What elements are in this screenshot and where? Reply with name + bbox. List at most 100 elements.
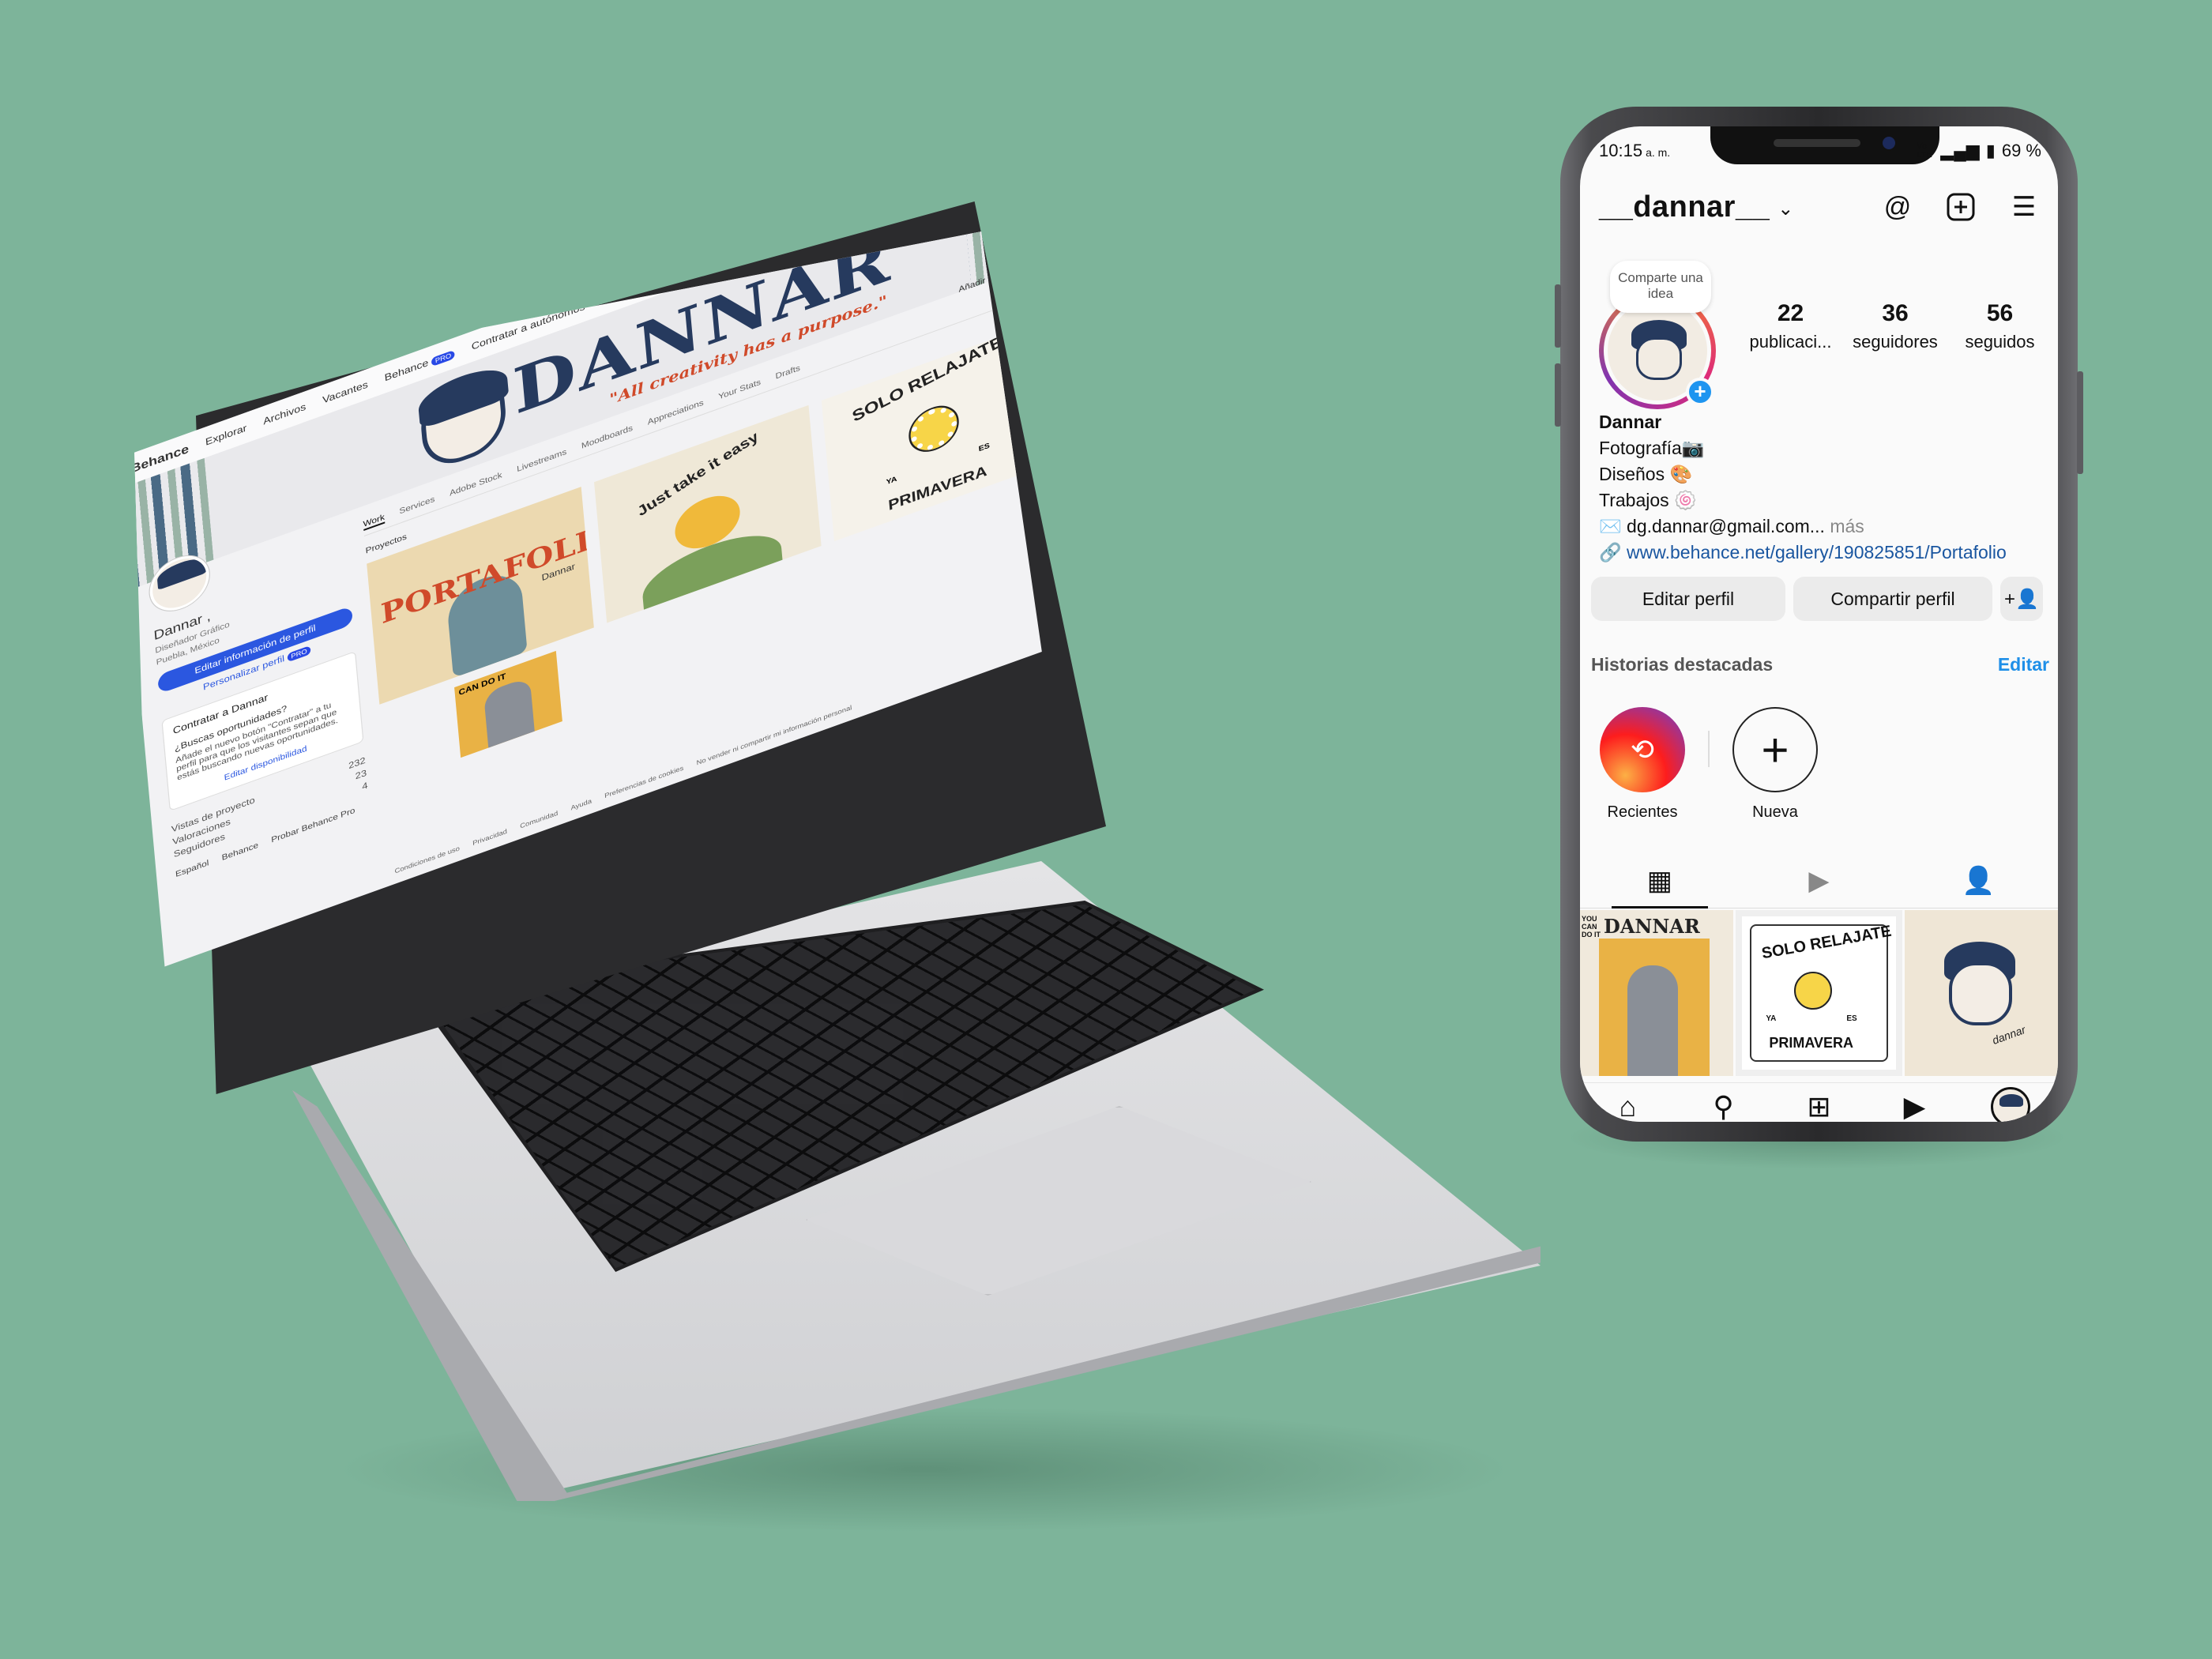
tab-reels[interactable]: ▶	[1740, 853, 1899, 908]
profile-avatar-icon[interactable]	[1990, 1086, 2030, 1122]
notification-icon[interactable]: 🔔	[1019, 140, 1034, 156]
battery-level: 69 %	[2001, 141, 2041, 160]
language-select[interactable]: Español	[175, 859, 209, 879]
username[interactable]: __dannar__	[1599, 190, 1770, 224]
highlights-header: Historias destacadas Editar	[1591, 654, 2049, 675]
footer-behance[interactable]: Behance	[221, 841, 258, 863]
recent-icon: ⟲	[1600, 707, 1685, 792]
stat-following[interactable]: 56 seguidos	[1951, 300, 2049, 352]
post-side-text: YOU CAN DO IT	[1582, 915, 1601, 939]
stat-label: seguidos	[1965, 332, 2035, 352]
volume-down-button	[1555, 363, 1561, 427]
new-post-icon[interactable]	[1943, 190, 1978, 224]
flower-icon	[907, 398, 961, 459]
bio-line: Trabajos 🍥	[1599, 490, 1697, 510]
tagged-icon: 👤	[1962, 865, 1996, 896]
instagram-screen: 10:15 a. m. Vo LTE ▂▄▆ ▮ 69 % __dannar__ …	[1580, 126, 2058, 1122]
tab-livestreams[interactable]: Livestreams	[517, 448, 567, 476]
profile-header: __dannar__ ⌄ @ ☰	[1599, 183, 2041, 231]
profile-actions: Editar perfil Compartir perfil +👤	[1591, 577, 2049, 621]
highlight-label: Nueva	[1752, 803, 1798, 821]
chevron-down-icon[interactable]: ⌄	[1778, 198, 1793, 220]
stat-number: 22	[1777, 300, 1804, 326]
link-icon: 🔗	[1599, 542, 1627, 562]
mail-icon[interactable]: ✉	[993, 151, 1003, 165]
post-title: DANNAR	[1604, 915, 1700, 938]
create-icon[interactable]: ⊞	[1800, 1090, 1839, 1123]
tab-grid[interactable]: ▦	[1580, 853, 1740, 908]
tab-services[interactable]: Services	[399, 495, 435, 518]
tab-drafts[interactable]: Drafts	[775, 364, 800, 383]
stat-label: seguidores	[1853, 332, 1938, 352]
status-bar: 10:15 a. m. Vo LTE ▂▄▆ ▮ 69 %	[1599, 139, 2041, 163]
battery-icon: ▮	[1985, 141, 1996, 160]
stat-posts[interactable]: 22 publicaci...	[1741, 300, 1840, 352]
tab-work[interactable]: Work	[363, 513, 386, 532]
header-icons: @ ☰	[1880, 190, 2041, 224]
tab-your-stats[interactable]: Your Stats	[718, 378, 762, 403]
content-tabs: ▦ ▶ 👤	[1580, 853, 2058, 908]
profile-summary: + Comparte una idea 22 publicaci... 36 s…	[1599, 261, 2041, 409]
stat-number: 36	[1882, 300, 1909, 326]
network-label: Vo LTE	[1917, 141, 1932, 160]
bio-more-link[interactable]: más	[1830, 516, 1864, 536]
stat-label: publicaci...	[1749, 332, 1832, 352]
plus-icon: +	[1732, 707, 1818, 792]
power-button	[2077, 371, 2083, 474]
project-label: YA	[886, 474, 897, 487]
menu-icon[interactable]: ☰	[2007, 190, 2041, 224]
share-work-button[interactable]: Compartir tu trabajo	[866, 157, 977, 214]
highlights-title: Historias destacadas	[1591, 654, 1774, 675]
bottom-nav: ⌂ ⚲ ⊞ ▶	[1580, 1082, 2058, 1122]
avatar-face	[1636, 337, 1682, 380]
post-thumbnail[interactable]: DANNAR YOU CAN DO IT	[1580, 910, 1734, 1076]
bio-email-row: ✉️ dg.dannar@gmail.com... más	[1599, 514, 2049, 540]
volume-up-button	[1555, 284, 1561, 348]
grid-icon: ▦	[1646, 865, 1672, 896]
tab-adobe-stock[interactable]: Adobe Stock	[450, 471, 503, 500]
status-time: 10:15 a. m.	[1599, 141, 1671, 160]
reels-icon: ▶	[1808, 865, 1830, 896]
post-illustration	[1948, 962, 2012, 1025]
stat-number: 56	[1986, 300, 2014, 326]
post-thumbnail[interactable]: SOLO RELAJATE YA ES PRIMAVERA	[1736, 910, 1902, 1076]
project-illustration	[483, 676, 535, 748]
project-label: ES	[978, 441, 991, 453]
profile-stats: 22 publicaci... 36 seguidores 56 seguido…	[1741, 300, 2049, 352]
tab-appreciations[interactable]: Appreciations	[647, 398, 704, 428]
bio-link[interactable]: www.behance.net/gallery/190825851/Portaf…	[1627, 542, 2007, 562]
highlights-row: ⟲ Recientes + Nueva	[1599, 707, 2041, 822]
home-icon[interactable]: ⌂	[1608, 1090, 1648, 1123]
bio-link-row[interactable]: 🔗 www.behance.net/gallery/190825851/Port…	[1599, 540, 2049, 566]
edit-profile-button[interactable]: Editar perfil	[1591, 577, 1785, 621]
envelope-icon: ✉️	[1599, 516, 1627, 536]
bio-email[interactable]: dg.dannar@gmail.com...	[1627, 516, 1825, 536]
post-bottom-text: PRIMAVERA	[1769, 1035, 1854, 1051]
profile-sidebar: Dannar , Diseñador Gráfico Puebla, Méxic…	[147, 499, 378, 960]
status-right: Vo LTE ▂▄▆ ▮ 69 %	[1917, 141, 2041, 161]
post-signature: dannar	[1990, 1023, 2027, 1047]
post-thumbnail[interactable]: dannar	[1904, 910, 2058, 1076]
add-person-icon[interactable]: +👤	[2000, 577, 2043, 621]
bio-line: Fotografía📷	[1599, 438, 1705, 458]
post-illustration	[1627, 965, 1678, 1076]
search-icon[interactable]: ⚲	[1704, 1090, 1744, 1123]
highlights-edit-link[interactable]: Editar	[1998, 654, 2049, 675]
post-label: YA	[1766, 1014, 1777, 1023]
threads-icon[interactable]: @	[1880, 190, 1915, 224]
highlight-nueva[interactable]: + Nueva	[1732, 707, 1819, 822]
bio-name: Dannar	[1599, 412, 1662, 432]
cartoon-face-logo	[418, 366, 509, 475]
note-bubble[interactable]: Comparte una idea	[1610, 261, 1711, 313]
stat-followers[interactable]: 36 seguidores	[1846, 300, 1945, 352]
share-profile-button[interactable]: Compartir perfil	[1793, 577, 1992, 621]
divider	[1708, 731, 1710, 767]
highlight-recientes[interactable]: ⟲ Recientes	[1599, 707, 1686, 822]
tab-tagged[interactable]: 👤	[1898, 853, 2058, 908]
tab-moodboards[interactable]: Moodboards	[581, 424, 634, 453]
post-label: ES	[1846, 1014, 1857, 1023]
reels-icon[interactable]: ▶	[1895, 1090, 1935, 1123]
profile-bio: Dannar Fotografía📷 Diseños 🎨 Trabajos 🍥 …	[1599, 409, 2049, 566]
bio-line: Diseños 🎨	[1599, 464, 1693, 484]
add-story-icon[interactable]: +	[1686, 378, 1714, 406]
